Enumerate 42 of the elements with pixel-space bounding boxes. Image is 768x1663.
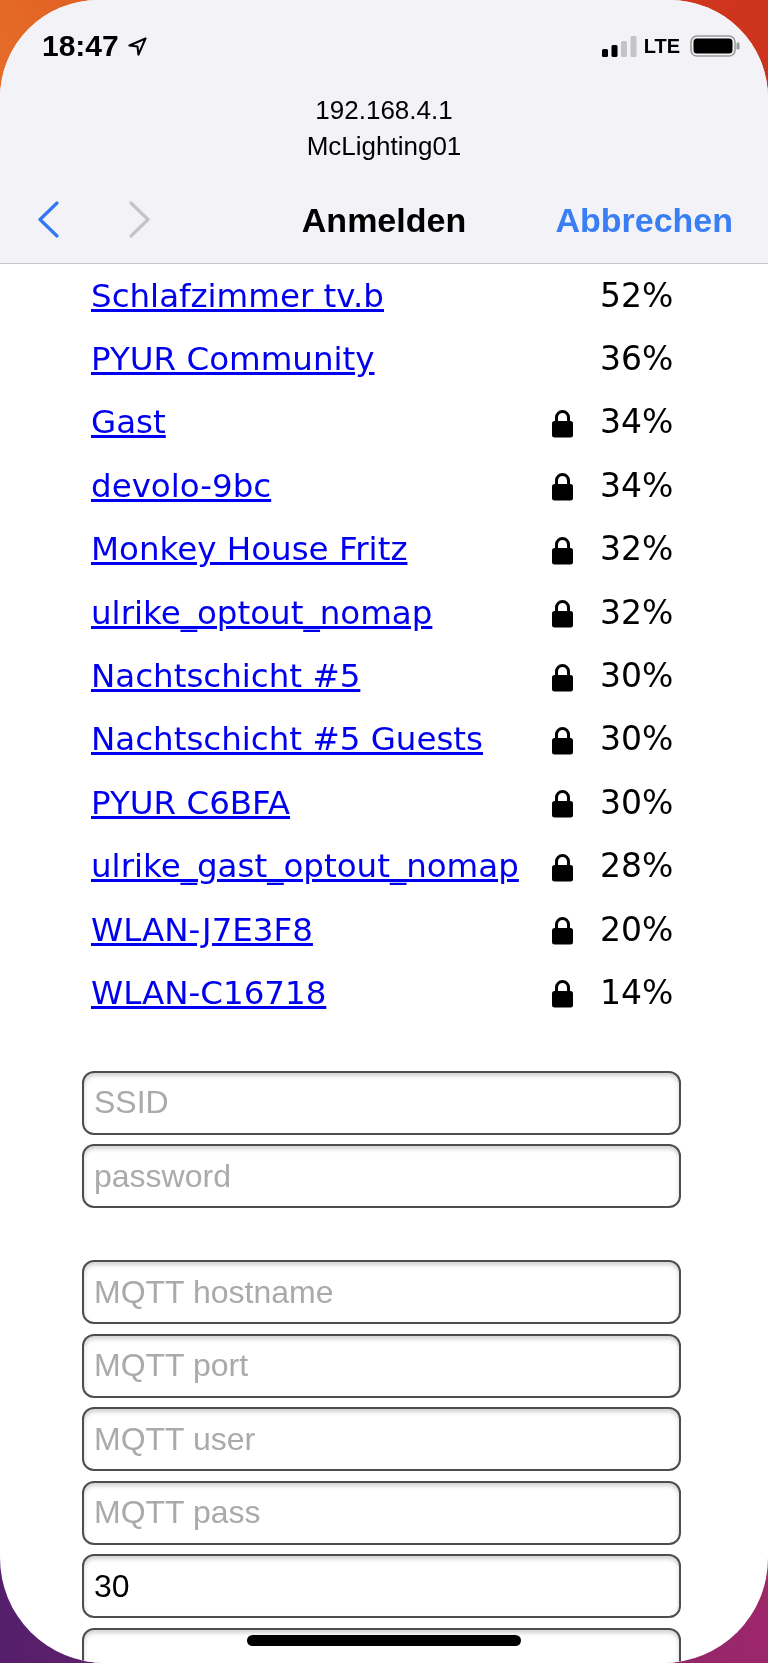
host-address-text: 192.168.4.1 [314,94,454,127]
network-link[interactable]: ulrike_gast_optout_nomap [91,846,519,887]
page-name-text: McLighting01 [305,130,463,163]
chevron-right-icon [128,201,151,238]
network-link[interactable]: PYUR C6BFA [91,782,291,823]
network-link[interactable]: PYUR Community [91,339,375,380]
signal-percent-text: 30% [600,656,674,697]
input-field[interactable]: SSID [82,1070,681,1135]
input-field[interactable]: 30 [82,1554,681,1619]
battery-icon [690,35,740,57]
clock-text: 18:47 [42,29,119,63]
signal-percent-text: 52% [600,275,674,316]
network-link[interactable]: Gast [91,402,166,443]
signal-percent-text: 32% [600,529,674,570]
signal-bars-icon [601,35,637,57]
network-link[interactable]: WLAN-C16718 [91,973,327,1013]
chevron-left-icon [37,201,60,238]
network-link[interactable]: devolo-9bc [91,465,272,506]
signal-percent-text: 20% [600,909,674,950]
location-arrow-icon [127,36,147,56]
network-link[interactable]: WLAN-J7E3F8 [91,909,313,950]
input-field[interactable]: MQTT port [82,1333,681,1398]
network-type-text: LTE [643,34,680,58]
input-field[interactable]: MQTT pass [82,1480,681,1545]
input-field[interactable]: MQTT user [82,1407,681,1472]
input-field[interactable]: password [82,1144,681,1209]
signal-percent-text: 30% [600,782,674,823]
signal-percent-text: 28% [600,846,674,887]
signal-percent-text: 14% [600,973,674,1013]
signal-percent-text: 34% [600,402,674,443]
signal-percent-text: 34% [600,465,674,506]
signal-percent-text: 32% [600,592,674,633]
network-link[interactable]: ulrike_optout_nomap [91,592,433,633]
network-link[interactable]: Nachtschicht #5 Guests [91,719,484,760]
signal-percent-text: 36% [600,339,674,380]
input-field[interactable]: MQTT hostname [82,1260,681,1325]
network-link[interactable]: Schlafzimmer tv.b [91,275,384,316]
back-button[interactable] [37,201,60,238]
network-link[interactable]: Nachtschicht #5 [91,656,361,697]
network-link[interactable]: Monkey House Fritz [91,529,408,570]
signal-percent-text: 30% [600,719,674,760]
page-title: Anmelden [301,199,467,240]
